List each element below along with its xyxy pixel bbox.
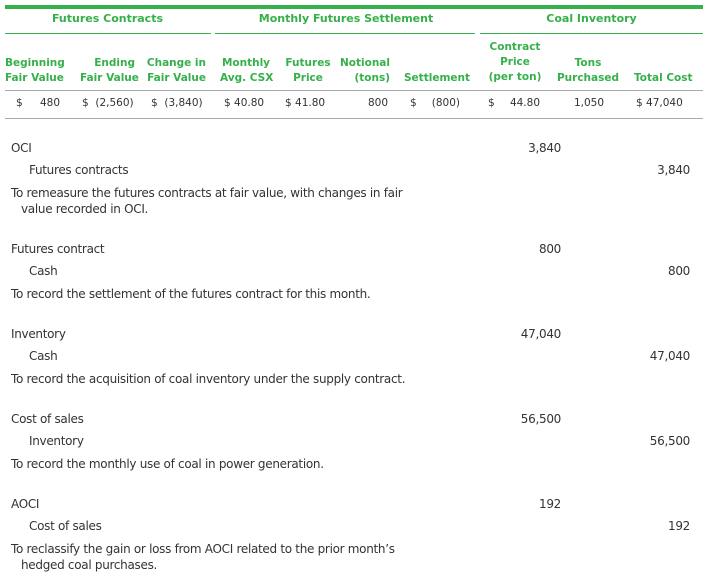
credit-amount: 800 — [667, 264, 690, 278]
cell-total-cost: $ 47,040 — [636, 97, 683, 109]
col-header-notional: Notional (tons) — [340, 57, 390, 84]
group-header-monthly-settlement: Monthly Futures Settlement — [258, 12, 434, 25]
cell-settlement-currency: $ — [410, 97, 417, 109]
col-header-monthly-avg-csx: Monthly Avg. CSX — [220, 57, 274, 84]
col-header-settlement: Settlement — [404, 72, 470, 84]
cell-tons-purchased: 1,050 — [573, 97, 604, 109]
group-underline — [215, 33, 475, 34]
debit-amount: 56,500 — [520, 412, 562, 426]
cell-settlement: (800) — [431, 97, 460, 109]
credit-amount: 47,040 — [649, 349, 691, 363]
cell-futures-price: $ 41.80 — [285, 97, 326, 109]
group-header-futures-contracts: Futures Contracts — [51, 12, 164, 25]
credit-account: Cash — [29, 264, 58, 278]
credit-amount: 56,500 — [649, 434, 691, 448]
debit-amount: 800 — [538, 242, 561, 256]
debit-account: OCI — [11, 141, 32, 155]
credit-account: Inventory — [29, 434, 84, 448]
debit-account: Cost of sales — [11, 412, 84, 426]
col-header-tons-purchased: Tons Purchased — [556, 57, 620, 84]
header-rule — [5, 90, 703, 91]
entry-memo: To record the acquisition of coal invent… — [11, 371, 451, 387]
memo-line: To reclassify the gain or loss from AOCI… — [11, 542, 395, 556]
debit-account: Futures contract — [11, 242, 105, 256]
debit-amount: 47,040 — [520, 327, 562, 341]
entry-memo: To reclassify the gain or loss from AOCI… — [11, 541, 451, 573]
memo-line: To record the monthly use of coal in pow… — [11, 457, 324, 471]
col-header-ending-fv: Ending Fair Value — [80, 57, 139, 84]
cell-contract-price: 44.80 — [509, 97, 540, 109]
col-header-change-fv: Change in Fair Value — [146, 57, 206, 84]
cell-change-fv: $ (3,840) — [151, 97, 203, 109]
entry-memo: To record the settlement of the futures … — [11, 286, 451, 302]
debit-account: AOCI — [11, 497, 40, 511]
credit-account: Futures contracts — [29, 163, 129, 177]
debit-account: Inventory — [11, 327, 66, 341]
debit-amount: 3,840 — [528, 141, 561, 155]
memo-line: To record the acquisition of coal invent… — [11, 372, 406, 386]
memo-line: To remeasure the futures contracts at fa… — [11, 186, 403, 200]
memo-line: To record the settlement of the futures … — [11, 287, 371, 301]
debit-amount: 192 — [538, 497, 561, 511]
credit-account: Cost of sales — [29, 519, 102, 533]
credit-amount: 3,840 — [657, 163, 690, 177]
memo-line-continued: value recorded in OCI. — [21, 202, 149, 216]
credit-account: Cash — [29, 349, 58, 363]
cell-ending-fv: $ (2,560) — [82, 97, 134, 109]
col-header-contract-price: Contract Price (per ton) — [488, 41, 542, 83]
col-header-futures-price: Futures Price — [285, 57, 331, 84]
col-header-beginning-fv: Beginning Fair Value — [5, 57, 65, 84]
row-rule — [5, 118, 703, 119]
cell-contract-price-currency: $ — [488, 97, 495, 109]
entry-memo: To remeasure the futures contracts at fa… — [11, 185, 451, 217]
col-header-total-cost: Total Cost — [634, 72, 693, 84]
entry-memo: To record the monthly use of coal in pow… — [11, 456, 451, 472]
group-underline — [480, 33, 703, 34]
group-underline — [5, 33, 211, 34]
cell-beginning-fv-currency: $ — [16, 97, 23, 109]
credit-amount: 192 — [667, 519, 690, 533]
cell-notional: 800 — [367, 97, 388, 109]
top-accent-bar — [5, 5, 703, 9]
group-header-coal-inventory: Coal Inventory — [546, 12, 637, 25]
memo-line-continued: hedged coal purchases. — [21, 558, 158, 572]
cell-monthly-avg-csx: $ 40.80 — [224, 97, 265, 109]
cell-beginning-fv: 480 — [39, 97, 60, 109]
